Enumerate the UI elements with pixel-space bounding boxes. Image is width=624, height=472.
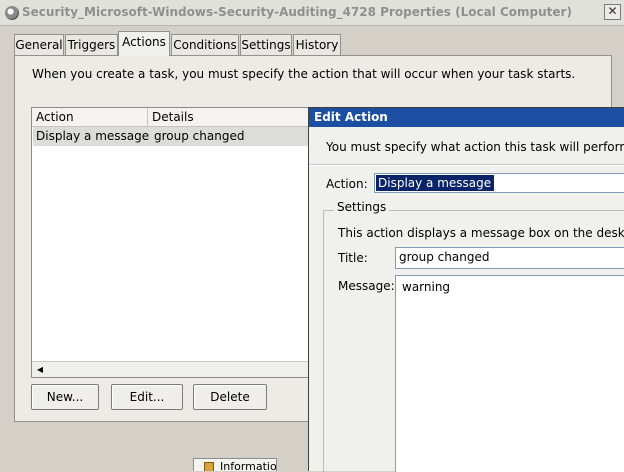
- tab-general[interactable]: General: [14, 34, 64, 55]
- tab-settings[interactable]: Settings: [240, 34, 292, 55]
- tab-conditions[interactable]: Conditions: [171, 34, 239, 55]
- action-select-value: Display a message: [376, 175, 495, 191]
- action-label: Action:: [326, 177, 368, 191]
- title-label: Title:: [338, 251, 368, 265]
- tab-triggers[interactable]: Triggers: [65, 34, 118, 55]
- edit-action-dialog: Edit Action You must specify what action…: [308, 107, 624, 472]
- window-titlebar[interactable]: Security_Microsoft-Windows-Security-Audi…: [0, 0, 624, 26]
- tab-label: History: [295, 38, 339, 52]
- column-header-action[interactable]: Action: [32, 108, 148, 127]
- cell-details: group changed: [154, 129, 245, 143]
- tab-label: Conditions: [173, 38, 237, 52]
- actions-list[interactable]: Action Details Display a message group c…: [31, 107, 332, 378]
- table-row[interactable]: Display a message group changed: [33, 127, 331, 146]
- information-icon: [204, 462, 214, 471]
- action-select[interactable]: Display a message: [374, 173, 624, 193]
- column-header-details[interactable]: Details: [148, 108, 332, 127]
- tab-actions[interactable]: Actions: [118, 31, 170, 56]
- dialog-description: You must specify what action this task w…: [326, 140, 624, 154]
- settings-description: This action displays a message box on th…: [338, 226, 624, 240]
- title-input[interactable]: group changed: [395, 247, 624, 269]
- background-window-text: Information: [220, 460, 277, 471]
- divider: [309, 164, 624, 166]
- message-label: Message:: [338, 279, 395, 293]
- tab-label: Settings: [241, 38, 291, 52]
- new-button[interactable]: New...: [31, 384, 99, 410]
- tab-label: Triggers: [67, 38, 116, 52]
- tab-label: General: [15, 38, 63, 52]
- horizontal-scrollbar[interactable]: ◀: [32, 361, 330, 377]
- message-textarea[interactable]: warning: [395, 275, 624, 472]
- close-button[interactable]: ✕: [604, 4, 621, 20]
- edit-button[interactable]: Edit...: [111, 384, 183, 410]
- delete-button[interactable]: Delete: [193, 384, 267, 410]
- dialog-title[interactable]: Edit Action: [309, 108, 624, 127]
- task-scheduler-icon: [5, 6, 19, 20]
- cell-action: Display a message: [36, 129, 150, 143]
- tab-history[interactable]: History: [293, 34, 341, 55]
- window-title: Security_Microsoft-Windows-Security-Audi…: [22, 5, 572, 19]
- actions-description: When you create a task, you must specify…: [32, 67, 576, 81]
- close-icon: ✕: [607, 4, 618, 18]
- tab-label: Actions: [122, 35, 166, 49]
- settings-group-label: Settings: [334, 200, 390, 214]
- background-window[interactable]: Information: [193, 458, 277, 471]
- scroll-left-icon[interactable]: ◀: [32, 362, 48, 377]
